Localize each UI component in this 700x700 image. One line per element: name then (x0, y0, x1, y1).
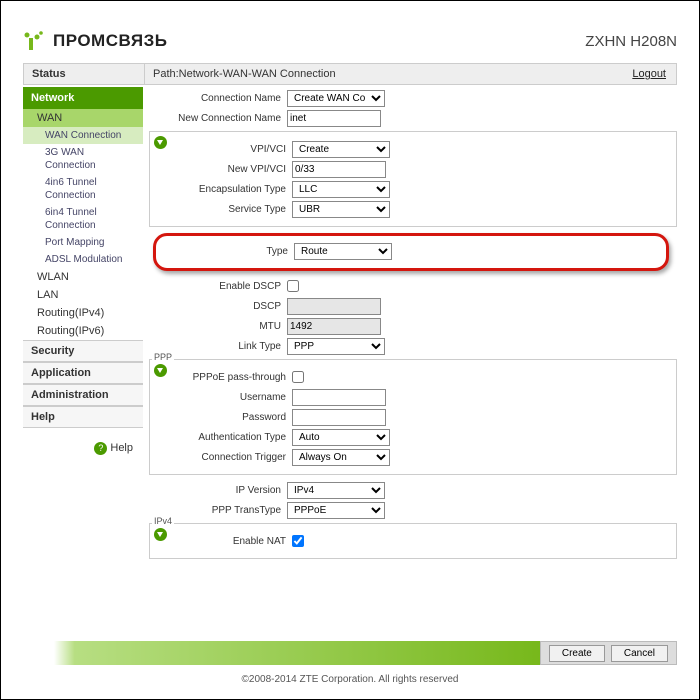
label-service-type: Service Type (154, 204, 292, 215)
select-link-type[interactable]: PPP (287, 338, 385, 355)
select-connection-trigger[interactable]: Always On (292, 449, 390, 466)
sidebar-cat-network[interactable]: Network (23, 87, 143, 109)
input-dscp[interactable] (287, 298, 381, 315)
label-new-connection-name: New Connection Name (149, 113, 287, 124)
checkbox-enable-dscp[interactable] (287, 280, 299, 292)
highlight-type-row: TypeRoute (153, 233, 669, 271)
sidebar-item-lan[interactable]: LAN (23, 286, 143, 304)
sidebar: Network WAN WAN Connection 3G WAN Connec… (23, 87, 143, 632)
label-link-type: Link Type (149, 341, 287, 352)
select-ip-version[interactable]: IPv4 (287, 482, 385, 499)
logout-link[interactable]: Logout (622, 64, 676, 84)
sidebar-item-routing-ipv6[interactable]: Routing(IPv6) (23, 322, 143, 340)
input-new-connection-name[interactable] (287, 110, 381, 127)
label-password: Password (154, 412, 292, 423)
label-pppoe-passthrough: PPPoE pass-through (154, 372, 292, 383)
label-ppp-transtype: PPP TransType (149, 505, 287, 516)
sidebar-item-wan[interactable]: WAN (23, 109, 143, 127)
label-new-vpi-vci: New VPI/VCI (154, 164, 292, 175)
panel-tag-ppp: PPP (152, 352, 174, 362)
sidebar-sub-3g-wan[interactable]: 3G WAN Connection (23, 144, 143, 174)
checkbox-pppoe-passthrough[interactable] (292, 371, 304, 383)
copyright-text: ©2008-2014 ZTE Corporation. All rights r… (1, 674, 699, 685)
select-encapsulation[interactable]: LLC (292, 181, 390, 198)
brand-logo: ПРОМСВЯЗЬ (23, 31, 167, 51)
sidebar-cat-help[interactable]: Help (23, 406, 143, 428)
footer-buttons: Create Cancel (540, 641, 677, 665)
logo-icon (23, 31, 47, 51)
label-ip-version: IP Version (149, 485, 287, 496)
sidebar-sub-port-mapping[interactable]: Port Mapping (23, 234, 143, 251)
sidebar-sub-adsl[interactable]: ADSL Modulation (23, 251, 143, 268)
input-password[interactable] (292, 409, 386, 426)
checkbox-enable-nat[interactable] (292, 535, 304, 547)
label-auth-type: Authentication Type (154, 432, 292, 443)
create-button[interactable]: Create (549, 645, 605, 662)
select-auth-type[interactable]: Auto (292, 429, 390, 446)
header: ПРОМСВЯЗЬ ZXHN H208N (23, 31, 677, 51)
select-vpi-vci[interactable]: Create (292, 141, 390, 158)
help-link[interactable]: ?Help (23, 442, 143, 455)
select-service-type[interactable]: UBR (292, 201, 390, 218)
cancel-button[interactable]: Cancel (611, 645, 668, 662)
label-enable-dscp: Enable DSCP (149, 281, 287, 292)
input-username[interactable] (292, 389, 386, 406)
collapse-icon[interactable] (154, 528, 167, 541)
sidebar-cat-application[interactable]: Application (23, 362, 143, 384)
select-type[interactable]: Route (294, 243, 392, 260)
input-mtu[interactable] (287, 318, 381, 335)
label-dscp: DSCP (149, 301, 287, 312)
select-ppp-transtype[interactable]: PPPoE (287, 502, 385, 519)
label-enable-nat: Enable NAT (154, 536, 292, 547)
panel-ipv4: IPv4 Enable NAT (149, 523, 677, 559)
sidebar-sub-wan-connection[interactable]: WAN Connection (23, 127, 143, 144)
status-label: Status (24, 64, 144, 84)
label-connection-name: Connection Name (149, 93, 287, 104)
sidebar-sub-4in6[interactable]: 4in6 Tunnel Connection (23, 174, 143, 204)
sidebar-cat-security[interactable]: Security (23, 340, 143, 362)
footer-bar: Create Cancel (23, 641, 677, 665)
brand-text: ПРОМСВЯЗЬ (53, 31, 167, 51)
label-encapsulation: Encapsulation Type (154, 184, 292, 195)
label-username: Username (154, 392, 292, 403)
help-icon: ? (94, 442, 107, 455)
collapse-icon[interactable] (154, 136, 167, 149)
sidebar-item-wlan[interactable]: WLAN (23, 268, 143, 286)
panel-tag-ipv4: IPv4 (152, 516, 174, 526)
path-bar: Status Path:Network-WAN-WAN Connection L… (23, 63, 677, 85)
label-vpi-vci: VPI/VCI (154, 144, 292, 155)
sidebar-cat-administration[interactable]: Administration (23, 384, 143, 406)
label-type: Type (164, 246, 294, 257)
panel-vpi: VPI/VCICreate New VPI/VCI Encapsulation … (149, 131, 677, 227)
collapse-icon[interactable] (154, 364, 167, 377)
input-new-vpi-vci[interactable] (292, 161, 386, 178)
select-connection-name[interactable]: Create WAN Conne (287, 90, 385, 107)
footer-stripe (23, 641, 540, 665)
model-number: ZXHN H208N (585, 33, 677, 50)
panel-ppp: PPP PPPoE pass-through Username Password… (149, 359, 677, 475)
label-connection-trigger: Connection Trigger (154, 452, 292, 463)
sidebar-item-routing-ipv4[interactable]: Routing(IPv4) (23, 304, 143, 322)
breadcrumb: Path:Network-WAN-WAN Connection (144, 64, 622, 84)
sidebar-sub-6in4[interactable]: 6in4 Tunnel Connection (23, 204, 143, 234)
content-panel: Connection Name Create WAN Conne New Con… (149, 87, 677, 632)
label-mtu: MTU (149, 321, 287, 332)
